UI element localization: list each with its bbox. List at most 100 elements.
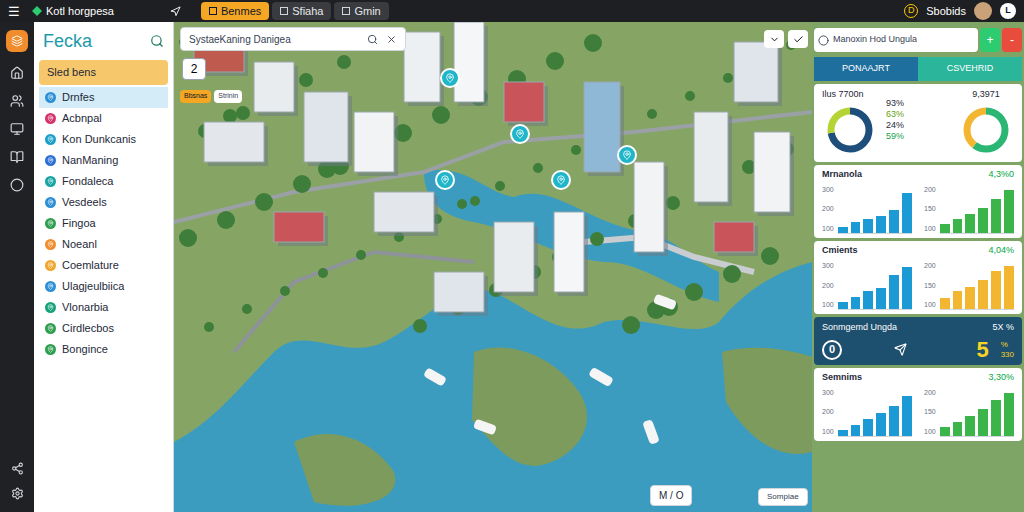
user-initial[interactable]: L [1000,3,1016,19]
rail-icon[interactable] [10,66,24,80]
top-tab[interactable]: Benmes [201,2,269,20]
send-icon[interactable] [894,343,907,356]
sidebar-item[interactable]: Acbnpal [39,108,168,129]
map-chip[interactable]: Strinin [214,90,242,103]
chart-tick: 150 [924,282,936,289]
home-button[interactable] [6,30,28,52]
top-tab[interactable]: Sfiaha [272,2,331,20]
account-name[interactable]: Sbobids [926,3,966,20]
compare-button[interactable]: Sompiae [758,488,808,506]
item-icon [45,239,56,250]
chart-tick: 200 [822,205,834,212]
item-icon [45,155,56,166]
chart-tick: 200 [924,186,936,193]
highlight-title: Sonmgemd Ungda [822,321,897,335]
map-pin[interactable] [440,68,460,88]
chart-bar [838,227,848,233]
sidebar-title: Fecka [43,28,92,55]
rail-icon[interactable] [10,122,24,136]
sidebar-item[interactable]: Coemlature [39,255,168,276]
rail-icon[interactable] [10,178,24,192]
map-chip[interactable]: Bbsnas [180,90,211,103]
chart-bar [1004,190,1014,232]
map: SystaeKaning Danigea 2 BbsnasStrinin M / O S… [174,22,812,512]
sidebar-item[interactable]: Drnfes [39,87,168,108]
summary-stat: 59% [886,131,904,142]
zoom-in-button[interactable]: + [980,28,1000,52]
panel-tab[interactable]: PONAAJRT [814,57,918,81]
map-pin[interactable] [510,124,530,144]
menu-button[interactable]: ☰ [8,5,20,18]
search-icon[interactable] [150,34,164,48]
locate-icon[interactable] [170,6,181,17]
logo-icon [32,6,42,16]
sidebar-item[interactable]: Bongince [39,339,168,360]
zoom-out-button[interactable]: - [1002,28,1022,52]
tab-icon [209,7,217,15]
chart-bar [851,222,861,232]
layer-icon [818,35,829,46]
panel-tab[interactable]: CSVEHRID [918,57,1022,81]
chart-bar [876,216,886,232]
rail-icon[interactable] [10,150,24,164]
sidebar-item[interactable]: Vlonarbia [39,297,168,318]
share-icon[interactable] [11,462,24,475]
summary-stat: 24% [886,120,904,131]
item-icon [45,113,56,124]
sidebar-item[interactable]: Noeanl [39,234,168,255]
chart-value: 3,30% [988,372,1014,383]
sidebar-section[interactable]: Sled bens [39,60,168,85]
sidebar-item[interactable]: Cirdlecbos [39,318,168,339]
sidebar-item[interactable]: NanManing [39,150,168,171]
search-icon[interactable] [367,34,378,45]
map-pin[interactable] [551,170,571,190]
map-mode-control[interactable]: M / O [650,485,692,506]
map-tool[interactable] [764,30,784,48]
badge[interactable]: D [904,4,918,18]
clear-icon[interactable] [386,34,397,45]
zoom-label[interactable]: 2 [182,58,206,80]
right-panel: Manoxin Hod Ungula+- PONAAJRTCSVEHRID Ilus… [812,22,1024,512]
map-pin[interactable] [435,170,455,190]
sidebar-item[interactable]: Vesdeels [39,192,168,213]
bar-chart: 200150100 [924,260,1014,310]
map-canvas[interactable] [174,22,812,512]
bar-chart: 200 150 100 [924,184,1014,234]
summary-card: Ilus 7700n93%63%24%59%9,3971 [814,84,1022,162]
avatar[interactable] [974,2,992,20]
item-icon [45,281,56,292]
bar-chart: 300200100 [822,184,912,234]
chart-tick: 100 [822,225,834,232]
chart-tick: 300 [822,262,834,269]
chart-tick: 150 [924,205,936,212]
summary-stat: 63% [886,109,904,120]
chart-bar [978,280,988,309]
chart-bar [965,214,975,233]
rail-icon[interactable] [10,94,24,108]
chart-bar [863,419,873,435]
sidebar-item[interactable]: Ulagjeulbiica [39,276,168,297]
chart-tick: 100 [822,301,834,308]
highlight-sub: 330 [1001,350,1014,360]
bar-chart: 300200100 [822,260,912,310]
layer-field[interactable]: Manoxin Hod Ungula [814,28,978,52]
chart-tick: 100 [924,225,936,232]
top-tab[interactable]: Gmin [334,2,388,20]
chart-card: Cmients4,04%300200100200150100 [814,241,1022,314]
chart-bar [991,400,1001,436]
chart-bar [863,219,873,233]
chart-value: 4,04% [988,245,1014,256]
chart-bar [851,425,861,435]
sidebar-item[interactable]: Kon Dunkcanis [39,129,168,150]
chart-tick: 150 [924,408,936,415]
top-bar: ☰Kotl horgpesaBenmesSfiahaGminDSbobidsL [0,0,1024,22]
map-pin[interactable] [617,145,637,165]
map-search[interactable]: SystaeKaning Danigea [180,27,406,51]
map-tool[interactable] [788,30,808,48]
chart-card: Mrnanola4,3%0300200100200150100 [814,165,1022,238]
item-icon [45,197,56,208]
settings-icon[interactable] [11,487,24,500]
chart-bar [902,267,912,309]
sidebar-item[interactable]: Fingoa [39,213,168,234]
sidebar-item[interactable]: Fondaleca [39,171,168,192]
